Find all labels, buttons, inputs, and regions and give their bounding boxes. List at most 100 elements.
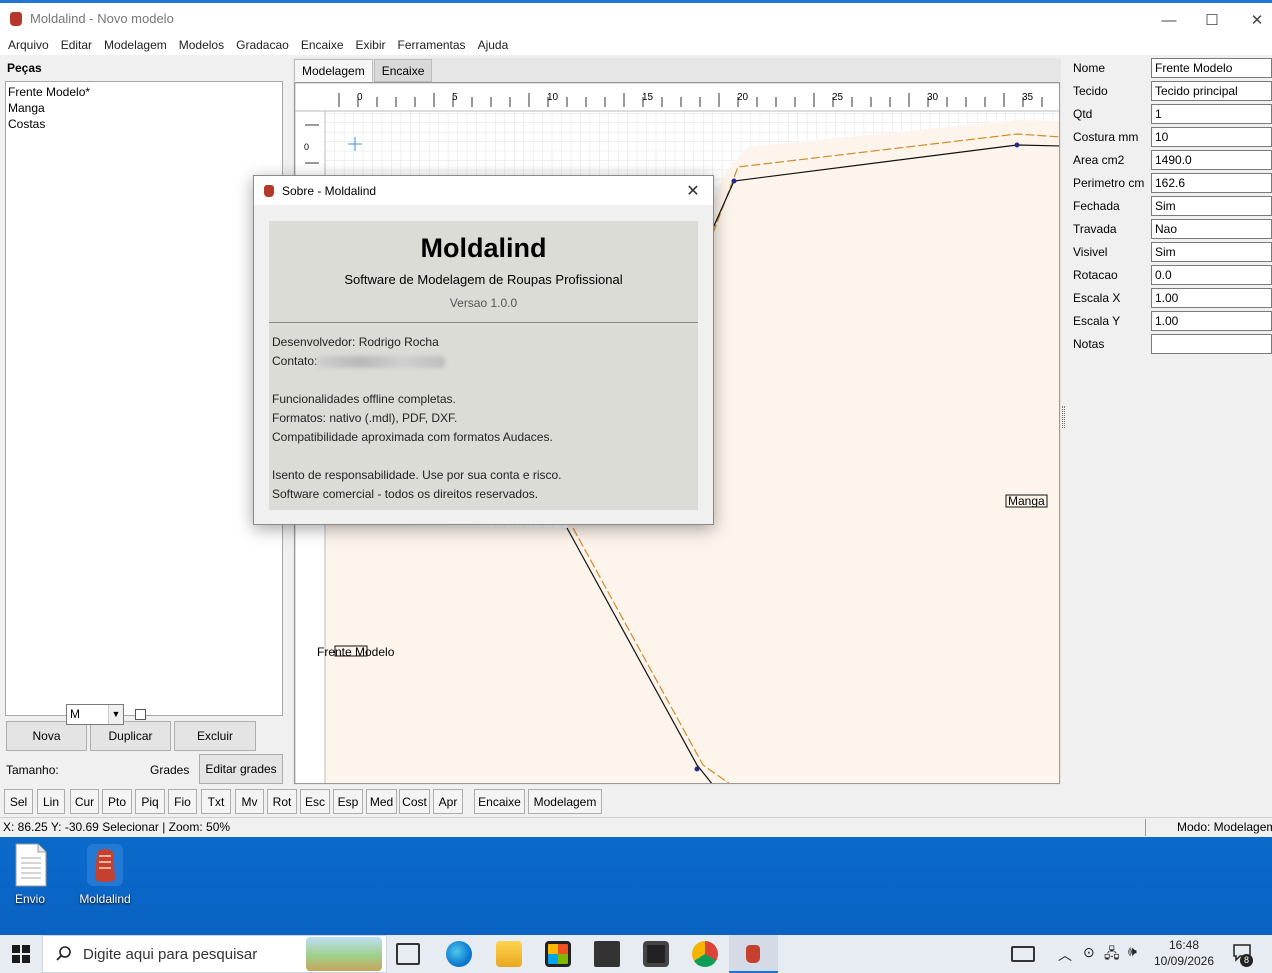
encaixe-mode-button[interactable]: Encaixe (474, 789, 525, 814)
mail-icon[interactable] (594, 941, 620, 967)
close-icon: ✕ (1250, 12, 1264, 29)
size-select[interactable]: M ▼ (66, 704, 124, 725)
new-piece-button[interactable]: Nova (6, 721, 87, 751)
tool-piq-button[interactable]: Piq (135, 789, 165, 814)
edge-browser-icon[interactable] (446, 941, 472, 967)
chevron-down-icon[interactable]: ▼ (108, 705, 123, 724)
property-value-field[interactable]: Frente Modelo (1151, 58, 1272, 78)
property-value-field[interactable]: 1 (1151, 104, 1272, 124)
property-row: Fechada Sim (1066, 196, 1272, 217)
ruler-labels: 0 5 10 15 20 25 30 35 (295, 83, 1059, 111)
taskbar: Digite aqui para pesquisar ︿ ⊙ 🖧 🕪 16:48… (0, 935, 1272, 973)
property-value-field[interactable]: Sim (1151, 196, 1272, 216)
property-key: Area cm2 (1073, 153, 1125, 167)
taskbar-moldalind-button[interactable] (729, 935, 778, 973)
title-bar: Moldalind - Novo modelo — ☐ ✕ (0, 3, 1272, 34)
chevron-up-icon[interactable]: ︿ (1058, 945, 1072, 965)
piece-item[interactable]: Costas (8, 116, 280, 132)
menu-modelagem[interactable]: Modelagem (98, 38, 173, 52)
desktop-icon-envio[interactable]: Envio (0, 842, 65, 906)
tool-med-button[interactable]: Med (366, 789, 397, 814)
minimize-button[interactable]: — (1146, 6, 1192, 34)
status-coordinates: X: 86.25 Y: -30.69 Selecionar | Zoom: 50… (3, 820, 231, 834)
tool-fio-button[interactable]: Fio (168, 789, 197, 814)
moldalind-app-icon (746, 945, 760, 963)
dialog-close-button[interactable]: ✕ (681, 180, 705, 202)
piece-item[interactable]: Frente Modelo* (8, 84, 280, 100)
property-value-field[interactable]: Nao (1151, 219, 1272, 239)
property-value-field[interactable]: 0.0 (1151, 265, 1272, 285)
property-row: Rotacao 0.0 (1066, 265, 1272, 286)
property-value-field[interactable]: 1.00 (1151, 288, 1272, 308)
property-key: Nome (1073, 61, 1106, 75)
onedrive-icon[interactable]: ⊙ (1083, 944, 1095, 961)
tool-apr-button[interactable]: Apr (433, 789, 463, 814)
moldalind-app-icon (85, 842, 125, 888)
property-value-field[interactable]: 162.6 (1151, 173, 1272, 193)
menu-exibir[interactable]: Exibir (350, 38, 392, 52)
control-point[interactable] (731, 178, 737, 184)
property-row: Travada Nao (1066, 219, 1272, 240)
modelagem-mode-button[interactable]: Modelagem (528, 789, 602, 814)
splitter-handle[interactable] (1062, 406, 1065, 428)
task-view-icon[interactable] (396, 943, 420, 965)
tool-mv-button[interactable]: Mv (235, 789, 264, 814)
property-key: Tecido (1073, 84, 1108, 98)
property-value-field[interactable]: Tecido principal (1151, 81, 1272, 101)
control-point[interactable] (694, 766, 700, 772)
menu-encaixe[interactable]: Encaixe (295, 38, 350, 52)
chrome-icon[interactable] (692, 941, 718, 967)
property-value-field[interactable]: Sim (1151, 242, 1272, 262)
property-value-field[interactable]: 1490.0 (1151, 150, 1272, 170)
property-value-field[interactable]: 1.00 (1151, 311, 1272, 331)
dialog-title: Sobre - Moldalind (282, 183, 377, 198)
close-button[interactable]: ✕ (1234, 6, 1272, 34)
property-key: Fechada (1073, 199, 1120, 213)
notes-field[interactable] (1151, 334, 1272, 354)
tab-encaixe[interactable]: Encaixe (373, 59, 433, 82)
app-icon-square[interactable] (643, 941, 669, 967)
clock-time: 16:48 (1168, 938, 1200, 952)
delete-piece-button[interactable]: Excluir (174, 721, 256, 751)
tool-lin-button[interactable]: Lin (37, 789, 65, 814)
view-tabs: Modelagem Encaixe (294, 59, 433, 82)
ruler-label: 0 (357, 92, 363, 103)
duplicate-piece-button[interactable]: Duplicar (90, 721, 171, 751)
tool-rot-button[interactable]: Rot (267, 789, 297, 814)
menu-arquivo[interactable]: Arquivo (2, 38, 55, 52)
menu-ajuda[interactable]: Ajuda (472, 38, 515, 52)
control-point[interactable] (1014, 142, 1020, 148)
notification-center-icon[interactable]: 8 (1231, 942, 1253, 967)
keyboard-icon[interactable] (1011, 946, 1035, 962)
volume-icon[interactable]: 🕪 (1128, 943, 1137, 960)
taskbar-search[interactable]: Digite aqui para pesquisar (42, 935, 387, 973)
ruler-label: 5 (452, 92, 458, 103)
property-value-field[interactable]: 10 (1151, 127, 1272, 147)
grades-checkbox[interactable] (135, 709, 146, 720)
tool-pto-button[interactable]: Pto (102, 789, 132, 814)
network-icon[interactable]: 🖧 (1104, 943, 1120, 967)
desktop-icon-moldalind[interactable]: Moldalind (70, 842, 140, 906)
clock[interactable]: 16:48 10/09/2026 (1152, 937, 1216, 969)
tool-txt-button[interactable]: Txt (201, 789, 231, 814)
menu-ferramentas[interactable]: Ferramentas (392, 38, 472, 52)
property-row: Costura mm 10 (1066, 127, 1272, 148)
tool-sel-button[interactable]: Sel (4, 789, 33, 814)
menu-editar[interactable]: Editar (55, 38, 98, 52)
maximize-button[interactable]: ☐ (1189, 6, 1235, 34)
pieces-list[interactable]: Frente Modelo* Manga Costas (5, 81, 283, 716)
edit-grades-button[interactable]: Editar grades (199, 754, 283, 784)
tool-esc-button[interactable]: Esc (300, 789, 330, 814)
tool-cost-button[interactable]: Cost (399, 789, 430, 814)
tool-cur-button[interactable]: Cur (70, 789, 99, 814)
store-icon[interactable] (545, 941, 571, 967)
tool-esp-button[interactable]: Esp (333, 789, 363, 814)
piece-item[interactable]: Manga (8, 100, 280, 116)
status-bar: X: 86.25 Y: -30.69 Selecionar | Zoom: 50… (0, 817, 1272, 837)
tab-modelagem[interactable]: Modelagem (294, 59, 373, 82)
file-explorer-icon[interactable] (496, 941, 522, 967)
menu-gradacao[interactable]: Gradacao (230, 38, 295, 52)
property-key: Notas (1073, 337, 1105, 351)
start-button[interactable] (0, 935, 42, 973)
menu-modelos[interactable]: Modelos (173, 38, 230, 52)
